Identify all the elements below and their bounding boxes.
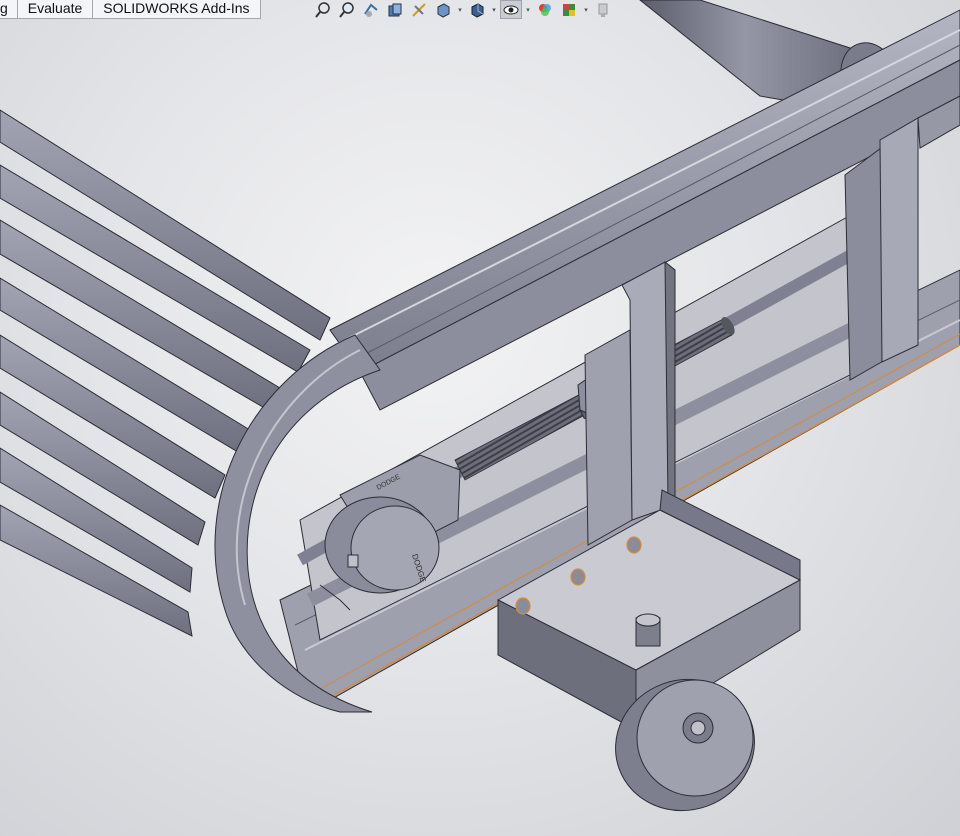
conveyor-slats [0, 109, 331, 637]
tab-evaluate[interactable]: Evaluate [17, 0, 94, 19]
chevron-down-icon[interactable]: ▾ [582, 0, 590, 19]
tab-solidworks-add-ins[interactable]: SOLIDWORKS Add-Ins [93, 0, 261, 19]
zoom-to-fit-icon[interactable] [312, 0, 334, 19]
chevron-down-icon[interactable]: ▾ [490, 0, 498, 19]
chevron-down-icon[interactable]: ▾ [524, 0, 532, 19]
command-manager-tabs: g Evaluate SOLIDWORKS Add-Ins [0, 0, 261, 19]
hide-show-items-icon[interactable] [500, 0, 522, 19]
tab-partial[interactable]: g [0, 0, 18, 19]
heads-up-view-toolbar: ▾ ▾ ▾ ▾ [312, 0, 614, 19]
dynamic-annotation-views-icon[interactable] [408, 0, 430, 19]
graphics-area[interactable]: DODGE DODGE [0, 0, 960, 836]
conveyor-assembly-model[interactable]: DODGE DODGE [0, 0, 960, 836]
previous-view-icon[interactable] [360, 0, 382, 19]
display-style-icon[interactable] [466, 0, 488, 19]
apply-scene-icon[interactable] [558, 0, 580, 19]
section-view-icon[interactable] [384, 0, 406, 19]
view-orientation-icon[interactable] [432, 0, 454, 19]
edit-appearance-icon[interactable] [534, 0, 556, 19]
zoom-to-area-icon[interactable] [336, 0, 358, 19]
view-settings-icon[interactable] [592, 0, 614, 19]
chevron-down-icon[interactable]: ▾ [456, 0, 464, 19]
